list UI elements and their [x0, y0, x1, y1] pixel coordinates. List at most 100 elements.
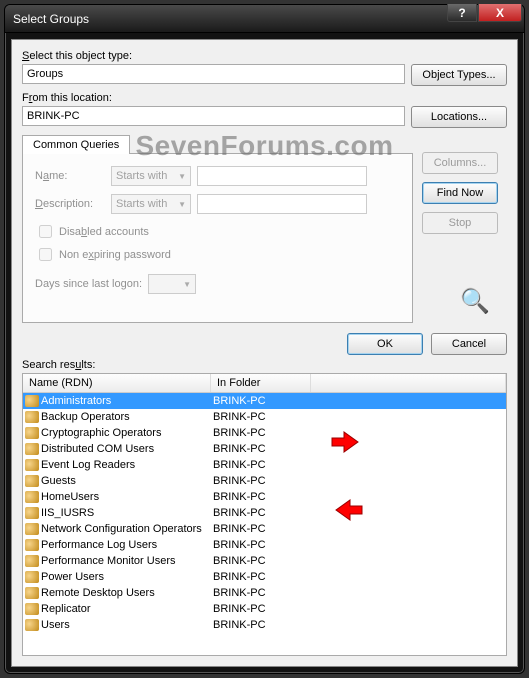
table-row[interactable]: GuestsBRINK-PC: [23, 473, 506, 489]
cell-name: Replicator: [23, 601, 211, 617]
cell-name: Remote Desktop Users: [23, 585, 211, 601]
cell-name: IIS_IUSRS: [23, 505, 211, 521]
cell-name: Power Users: [23, 569, 211, 585]
object-type-input[interactable]: [22, 64, 405, 84]
disabled-accounts-checkbox: [39, 225, 52, 238]
results-grid[interactable]: Name (RDN) In Folder AdministratorsBRINK…: [22, 373, 507, 656]
table-row[interactable]: ReplicatorBRINK-PC: [23, 601, 506, 617]
table-row[interactable]: UsersBRINK-PC: [23, 617, 506, 633]
query-side-buttons: Columns... Find Now Stop: [422, 152, 498, 234]
ok-button[interactable]: OK: [347, 333, 423, 355]
client-area: Select this object type: /*fix*/ Select …: [11, 39, 518, 667]
table-row[interactable]: Distributed COM UsersBRINK-PC: [23, 441, 506, 457]
cell-name: Performance Log Users: [23, 537, 211, 553]
cell-name: Backup Operators: [23, 409, 211, 425]
cell-folder: BRINK-PC: [211, 601, 311, 617]
group-icon: [25, 523, 39, 535]
query-desc-row: Description: Starts with▼: [35, 194, 400, 214]
cell-folder: BRINK-PC: [211, 569, 311, 585]
disabled-accounts-check: Disabled accounts: [35, 222, 400, 241]
cell-folder: BRINK-PC: [211, 425, 311, 441]
cell-folder: BRINK-PC: [211, 473, 311, 489]
help-button[interactable]: ?: [447, 4, 477, 22]
table-row[interactable]: Performance Log UsersBRINK-PC: [23, 537, 506, 553]
table-row[interactable]: AdministratorsBRINK-PC: [23, 393, 506, 409]
non-expiring-check: Non expiring password: [35, 245, 400, 264]
table-row[interactable]: IIS_IUSRSBRINK-PC: [23, 505, 506, 521]
chevron-down-icon: ▼: [183, 280, 191, 289]
group-icon: [25, 411, 39, 423]
desc-mode-combo: Starts with▼: [111, 194, 191, 214]
table-row[interactable]: Power UsersBRINK-PC: [23, 569, 506, 585]
cell-name: Users: [23, 617, 211, 633]
name-mode-combo: Starts with▼: [111, 166, 191, 186]
group-icon: [25, 443, 39, 455]
cell-folder: BRINK-PC: [211, 617, 311, 633]
group-icon: [25, 491, 39, 503]
queries-tabset: Common Queries Name: Starts with▼ Descri…: [22, 134, 507, 323]
group-icon: [25, 619, 39, 631]
col-name[interactable]: Name (RDN): [23, 374, 211, 392]
window-controls: ? X: [447, 4, 522, 22]
object-types-button[interactable]: Object Types...: [411, 64, 507, 86]
days-row: Days since last logon: ▼: [35, 274, 400, 294]
cell-name: Guests: [23, 473, 211, 489]
group-icon: [25, 603, 39, 615]
find-now-button[interactable]: Find Now: [422, 182, 498, 204]
results-label: Search results:: [22, 359, 507, 371]
queries-panel: Name: Starts with▼ Description: Starts w…: [22, 153, 413, 323]
group-icon: [25, 571, 39, 583]
table-row[interactable]: Cryptographic OperatorsBRINK-PC: [23, 425, 506, 441]
table-row[interactable]: Network Configuration OperatorsBRINK-PC: [23, 521, 506, 537]
close-button[interactable]: X: [478, 4, 522, 22]
cell-folder: BRINK-PC: [211, 537, 311, 553]
name-text: [197, 166, 367, 186]
dialog-actions: OK Cancel: [22, 333, 507, 355]
cell-folder: BRINK-PC: [211, 505, 311, 521]
group-icon: [25, 587, 39, 599]
cell-name: Distributed COM Users: [23, 441, 211, 457]
cell-folder: BRINK-PC: [211, 489, 311, 505]
cell-name: HomeUsers: [23, 489, 211, 505]
desc-label: Description:: [35, 198, 105, 210]
location-input[interactable]: [22, 106, 405, 126]
window-title: Select Groups: [13, 12, 89, 26]
cell-name: Administrators: [23, 393, 211, 409]
results-header[interactable]: Name (RDN) In Folder: [23, 374, 506, 393]
locations-button[interactable]: Locations...: [411, 106, 507, 128]
table-row[interactable]: Backup OperatorsBRINK-PC: [23, 409, 506, 425]
tab-common-queries[interactable]: Common Queries: [22, 135, 130, 154]
results-body[interactable]: AdministratorsBRINK-PCBackup OperatorsBR…: [23, 393, 506, 655]
columns-button: Columns...: [422, 152, 498, 174]
name-label: Name:: [35, 170, 105, 182]
cell-name: Cryptographic Operators: [23, 425, 211, 441]
cell-folder: BRINK-PC: [211, 441, 311, 457]
cancel-button[interactable]: Cancel: [431, 333, 507, 355]
table-row[interactable]: Performance Monitor UsersBRINK-PC: [23, 553, 506, 569]
query-name-row: Name: Starts with▼: [35, 166, 400, 186]
group-icon: [25, 555, 39, 567]
location-label: From this location:: [22, 92, 507, 104]
group-icon: [25, 475, 39, 487]
group-icon: [25, 507, 39, 519]
chevron-down-icon: ▼: [178, 200, 186, 209]
days-label: Days since last logon:: [35, 278, 142, 290]
group-icon: [25, 459, 39, 471]
cell-name: Performance Monitor Users: [23, 553, 211, 569]
days-combo: ▼: [148, 274, 196, 294]
cell-folder: BRINK-PC: [211, 553, 311, 569]
table-row[interactable]: Remote Desktop UsersBRINK-PC: [23, 585, 506, 601]
col-blank[interactable]: [311, 374, 506, 392]
cell-name: Event Log Readers: [23, 457, 211, 473]
cell-folder: BRINK-PC: [211, 521, 311, 537]
titlebar[interactable]: Select Groups ? X: [5, 5, 524, 33]
object-type-label: Select this object type:: [22, 50, 507, 62]
cell-folder: BRINK-PC: [211, 393, 311, 409]
cell-folder: BRINK-PC: [211, 457, 311, 473]
select-groups-dialog: Select Groups ? X Select this object typ…: [4, 4, 525, 674]
non-expiring-checkbox: [39, 248, 52, 261]
table-row[interactable]: HomeUsersBRINK-PC: [23, 489, 506, 505]
table-row[interactable]: Event Log ReadersBRINK-PC: [23, 457, 506, 473]
col-folder[interactable]: In Folder: [211, 374, 311, 392]
group-icon: [25, 539, 39, 551]
